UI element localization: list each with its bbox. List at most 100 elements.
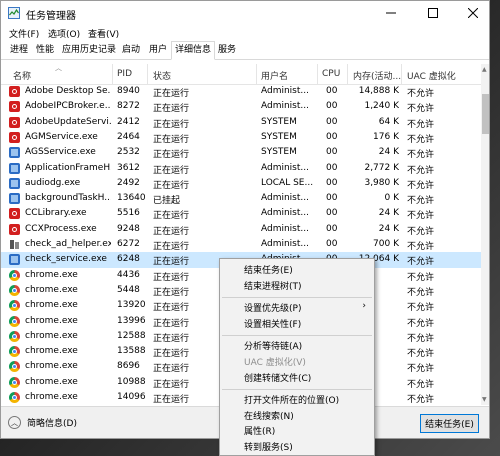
table-row[interactable]: check_ad_helper.exe 6272 正在运行 Administ... 00… — [1, 237, 481, 252]
process-pid: 14096 — [117, 392, 146, 402]
column-divider[interactable] — [401, 64, 402, 84]
scrollbar-thumb[interactable] — [482, 94, 489, 134]
process-uac: 不允许 — [407, 242, 435, 252]
table-row[interactable]: CCXProcess.exe 9248 正在运行 Administ... 00 24 K 不… — [1, 222, 481, 237]
maximize-button[interactable] — [413, 1, 453, 25]
table-row[interactable]: backgroundTaskH... 13640 已挂起 Administ... 00 0… — [1, 191, 481, 206]
column-uac[interactable]: UAC 虚拟化 — [407, 69, 456, 82]
table-row[interactable]: CCLibrary.exe 5516 正在运行 Administ... 00 24 K 不允… — [1, 206, 481, 221]
tab-performance[interactable]: 性能 — [33, 42, 57, 58]
table-row[interactable]: AGSService.exe 2532 正在运行 SYSTEM 00 24 K 不允许 — [1, 145, 481, 160]
context-menu-item[interactable]: 结束任务(E) — [244, 263, 293, 276]
context-menu-item[interactable]: 创建转储文件(C) — [244, 371, 311, 384]
process-name: chrome.exe — [25, 269, 78, 280]
column-divider[interactable] — [256, 64, 257, 84]
table-row[interactable]: AdobeUpdateServi... 2412 正在运行 SYSTEM 00 64 K 不… — [1, 115, 481, 130]
menu-separator — [222, 297, 372, 299]
column-divider[interactable] — [317, 64, 318, 84]
process-name: CCXProcess.exe — [25, 223, 97, 234]
maximize-icon — [428, 8, 438, 18]
tab-details[interactable]: 详细信息 — [171, 41, 216, 60]
process-cpu: 00 — [326, 101, 338, 112]
process-pid: 2464 — [117, 131, 140, 142]
process-name: chrome.exe — [25, 392, 78, 402]
process-status: 正在运行 — [153, 150, 190, 161]
menu-file[interactable]: 文件(F) — [9, 27, 39, 40]
column-name[interactable]: 名称 — [13, 69, 31, 82]
table-row[interactable]: ApplicationFrameH... 3612 正在运行 Administ... 0… — [1, 161, 481, 176]
context-menu-item[interactable]: 设置优先级(P) — [244, 301, 301, 314]
column-pid[interactable]: PID — [117, 69, 132, 79]
tab-services[interactable]: 服务 — [215, 42, 239, 58]
chrome-icon — [9, 346, 20, 358]
context-menu-item[interactable]: 设置相关性(F) — [244, 317, 301, 330]
process-user: Administ... — [261, 208, 309, 219]
table-row[interactable]: audiodg.exe 2492 正在运行 LOCAL SE... 00 3,980 K 不… — [1, 176, 481, 191]
table-row[interactable]: AGMService.exe 2464 正在运行 SYSTEM 00 176 K 不允许 — [1, 130, 481, 145]
context-menu-item[interactable]: 属性(R) — [244, 424, 275, 437]
process-name: check_ad_helper.exe — [25, 239, 111, 249]
column-divider[interactable] — [112, 64, 113, 84]
process-user: Administ... — [261, 193, 309, 204]
column-cpu[interactable]: CPU — [322, 69, 340, 79]
end-task-button[interactable]: 结束任务(E) — [420, 414, 479, 433]
column-memory[interactable]: 内存(活动... — [353, 69, 401, 82]
process-cpu: 00 — [326, 86, 338, 96]
process-memory: 64 K — [378, 116, 399, 127]
process-name: ApplicationFrameH... — [25, 162, 111, 173]
adobe-icon — [9, 208, 20, 220]
less-details-link[interactable]: ︿ 简略信息(D) — [8, 416, 77, 429]
context-menu-item[interactable]: 在线搜索(N) — [244, 409, 294, 422]
process-name: CCLibrary.exe — [25, 208, 87, 219]
column-divider[interactable] — [347, 64, 348, 84]
context-menu-item[interactable]: 打开文件所在的位置(O) — [244, 393, 339, 406]
menu-options[interactable]: 选项(O) — [48, 27, 80, 40]
process-pid: 10988 — [117, 376, 146, 387]
process-status: 已挂起 — [153, 196, 181, 207]
tab-app-history[interactable]: 应用历史记录 — [59, 42, 119, 58]
process-pid: 13588 — [117, 346, 146, 357]
tab-users[interactable]: 用户 — [146, 42, 170, 58]
process-status: 正在运行 — [153, 242, 190, 252]
minimize-button[interactable] — [371, 1, 411, 25]
menu-separator — [222, 335, 372, 337]
context-menu-item[interactable]: 结束进程树(T) — [244, 279, 302, 292]
close-button[interactable] — [453, 1, 489, 25]
process-cpu: 00 — [326, 147, 338, 158]
tab-strip: 进程 性能 应用历史记录 启动 用户 详细信息 服务 — [1, 41, 489, 60]
scroll-down-icon[interactable]: ▼ — [482, 396, 487, 403]
process-uac: 不允许 — [407, 119, 435, 130]
submenu-arrow-icon: › — [362, 301, 366, 312]
process-pid: 2412 — [117, 116, 140, 127]
vertical-scrollbar[interactable]: ▲ ▼ — [481, 64, 489, 405]
tab-processes[interactable]: 进程 — [7, 42, 31, 58]
column-username[interactable]: 用户名 — [261, 69, 288, 82]
process-cpu: 00 — [326, 116, 338, 127]
tab-startup[interactable]: 启动 — [119, 42, 143, 58]
process-pid: 4436 — [117, 269, 140, 280]
process-uac: 不允许 — [407, 395, 435, 405]
column-divider[interactable] — [147, 64, 148, 84]
context-menu-item[interactable]: 分析等待链(A) — [244, 339, 302, 352]
title-bar[interactable]: 任务管理器 — [1, 1, 489, 25]
table-row[interactable]: AdobeIPCBroker.e... 8272 正在运行 Administ... 00… — [1, 99, 481, 114]
scroll-up-icon[interactable]: ▲ — [482, 66, 487, 73]
process-uac: 不允许 — [407, 257, 435, 268]
adobe-icon — [9, 223, 20, 235]
adobe-icon — [9, 101, 20, 113]
process-uac: 不允许 — [407, 104, 435, 115]
process-name: AGMService.exe — [25, 131, 98, 142]
process-memory: 1,240 K — [364, 101, 399, 112]
window-title: 任务管理器 — [26, 11, 76, 22]
process-name: Adobe Desktop Se... — [25, 86, 111, 96]
menu-view[interactable]: 查看(V) — [88, 27, 119, 40]
context-menu-item[interactable]: 转到服务(S) — [244, 440, 293, 453]
process-pid: 2492 — [117, 177, 140, 188]
process-name: check_service.exe — [25, 254, 107, 265]
process-name: chrome.exe — [25, 315, 78, 326]
process-uac: 不允许 — [407, 349, 435, 360]
process-uac: 不允许 — [407, 379, 435, 390]
process-status: 正在运行 — [153, 89, 190, 99]
column-status[interactable]: 状态 — [153, 69, 171, 82]
table-row[interactable]: Adobe Desktop Se... 8940 正在运行 Administ... 00… — [1, 84, 481, 99]
